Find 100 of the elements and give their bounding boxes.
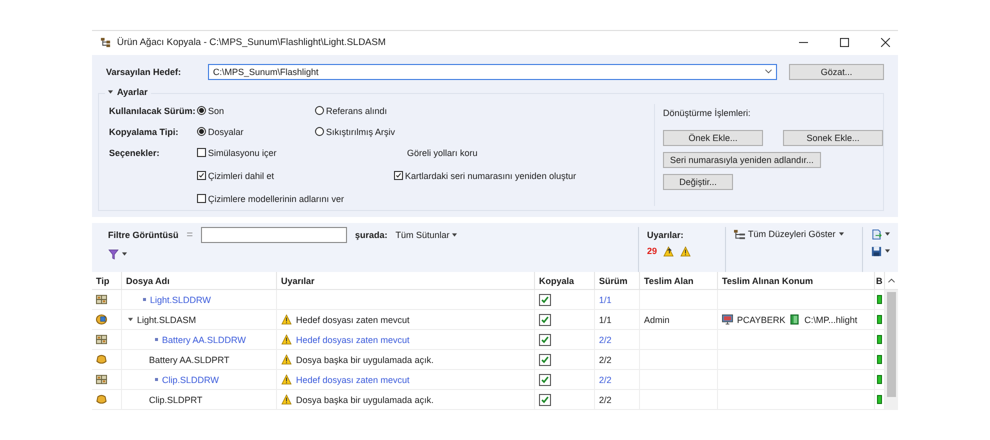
tree-icon	[734, 228, 745, 240]
window-title: Ürün Ağacı Kopyala - C:\MPS_Sunum\Flashlight\Light.SLDASM	[117, 37, 387, 48]
copy-checkbox[interactable]	[539, 334, 551, 346]
bullet-icon	[155, 378, 158, 381]
version-text: 2/2	[599, 354, 612, 364]
copy-checkbox[interactable]	[539, 294, 551, 306]
column-header[interactable]: Uyarılar	[277, 272, 535, 289]
chevron-icon[interactable]	[765, 69, 772, 74]
file-name: Battery AA.SLDDRW	[162, 334, 246, 344]
radio-button[interactable]	[315, 127, 324, 136]
levels-dropdown[interactable]: Tüm Düzeyleri Göster	[734, 228, 844, 240]
filter-field[interactable]	[200, 226, 347, 243]
checkbox[interactable]: Kartlardaki seri numarasını yeniden oluştur	[394, 168, 654, 183]
drawing-icon	[96, 294, 107, 305]
computer-icon	[722, 314, 733, 325]
column-header[interactable]: Dosya Adı	[122, 272, 277, 289]
warning-text: Hedef dosyası zaten mevcut	[296, 314, 410, 324]
file-name: Battery AA.SLDPRT	[149, 354, 230, 364]
caret-icon	[452, 232, 458, 237]
filter-button[interactable]	[108, 248, 127, 260]
section-label: Dönüştürme İşlemleri:	[663, 108, 752, 118]
conversion-button[interactable]: Değiştir...	[663, 174, 733, 190]
status-icon	[877, 395, 882, 404]
part-icon	[96, 354, 107, 365]
version-text: 2/2	[599, 374, 612, 384]
warning-down-icon[interactable]	[680, 246, 692, 257]
copy-checkbox[interactable]	[539, 374, 551, 386]
field-label: Seçenekler:	[109, 146, 161, 160]
check-icon	[198, 172, 205, 180]
column-header[interactable]: Tip	[92, 272, 122, 289]
caret-icon[interactable]	[128, 317, 133, 322]
close-icon[interactable]	[881, 38, 890, 48]
scroll-up-icon[interactable]	[888, 278, 895, 283]
caret-icon[interactable]	[108, 90, 113, 94]
file-name: Clip.SLDDRW	[162, 374, 219, 384]
folder-icon	[789, 314, 800, 325]
columns-dropdown[interactable]: Tüm Sütunlar	[395, 230, 458, 240]
scroll-thumb[interactable]	[887, 292, 896, 397]
status-icon	[877, 375, 882, 384]
drawing-icon	[96, 374, 107, 385]
checkbox[interactable]: Çizimlere modellerinin adlarını ver	[197, 192, 394, 206]
column-header[interactable]: Teslim Alan	[640, 272, 718, 289]
warning-icon	[281, 354, 292, 365]
option-label: Göreli yolları koru	[407, 148, 478, 158]
bullet-icon	[155, 338, 158, 341]
checkbox[interactable]: Çizimleri dahil et	[197, 168, 394, 183]
check-icon	[541, 316, 549, 323]
warning-text: Hedef dosyası zaten mevcut	[296, 334, 410, 344]
field-label: Kopyalama Tipi:	[109, 126, 180, 139]
file-name: Clip.SLDPRT	[149, 394, 202, 404]
checkbox[interactable]: Simülasyonu içer	[197, 146, 394, 160]
location-path: C:\MP...hlight	[804, 314, 858, 324]
warnings-label: Uyarılar:	[647, 230, 685, 240]
operator-label: =	[186, 228, 193, 241]
conversion-button[interactable]: Sonek Ekle...	[783, 130, 883, 146]
warning-text: Hedef dosyası zaten mevcut	[296, 374, 410, 384]
check-icon	[541, 336, 549, 343]
copy-checkbox[interactable]	[539, 354, 551, 366]
radio-button[interactable]	[197, 127, 206, 136]
column-header[interactable]: Sürüm	[595, 272, 640, 289]
status-icon	[877, 295, 882, 304]
version-text: 1/1	[599, 314, 612, 324]
tree-icon	[100, 37, 111, 48]
scope-label: şurada:	[354, 230, 388, 240]
radio-label: Son	[208, 106, 224, 116]
assembly-icon	[96, 314, 107, 325]
status-icon	[877, 315, 882, 324]
export-button[interactable]	[871, 228, 890, 240]
warning-text: Dosya başka bir uygulamada açık.	[296, 354, 434, 364]
version-text: 1/1	[599, 294, 612, 304]
caret-icon	[838, 232, 844, 236]
check-icon	[541, 376, 549, 383]
radio-button[interactable]	[315, 106, 324, 116]
column-header[interactable]: Teslim Alınan Konum	[718, 272, 875, 289]
conversion-button[interactable]: Seri numarasıyla yeniden adlandır...	[663, 152, 821, 168]
caret-icon	[885, 232, 890, 236]
target-combobox[interactable]: C:\MPS_Sunum\Flashlight	[208, 64, 777, 80]
radio-label: Referans alındı	[326, 106, 388, 116]
conversion-button[interactable]: Önek Ekle...	[663, 130, 763, 146]
warning-up-icon[interactable]	[663, 246, 674, 257]
save-button[interactable]	[871, 246, 890, 257]
column-header[interactable]: B	[875, 272, 885, 289]
radio-button[interactable]	[197, 106, 206, 116]
warning-icon	[281, 374, 292, 385]
column-header[interactable]: Kopyala	[535, 272, 595, 289]
caret-icon	[122, 252, 127, 256]
check-icon	[541, 296, 549, 303]
file-name: Light.SLDASM	[137, 314, 196, 324]
browse-button[interactable]: Gözat...	[789, 64, 884, 80]
copy-checkbox[interactable]	[539, 314, 551, 326]
copy-checkbox[interactable]	[539, 394, 551, 406]
warning-icon	[281, 394, 292, 405]
radio-label: Dosyalar	[208, 126, 244, 137]
check-icon	[541, 356, 549, 363]
maximize-icon[interactable]	[840, 38, 849, 48]
status-icon	[877, 335, 882, 344]
warning-icon	[281, 334, 292, 345]
bullet-icon	[143, 298, 146, 301]
caret-icon	[885, 249, 890, 254]
version-text: 2/2	[599, 334, 612, 344]
